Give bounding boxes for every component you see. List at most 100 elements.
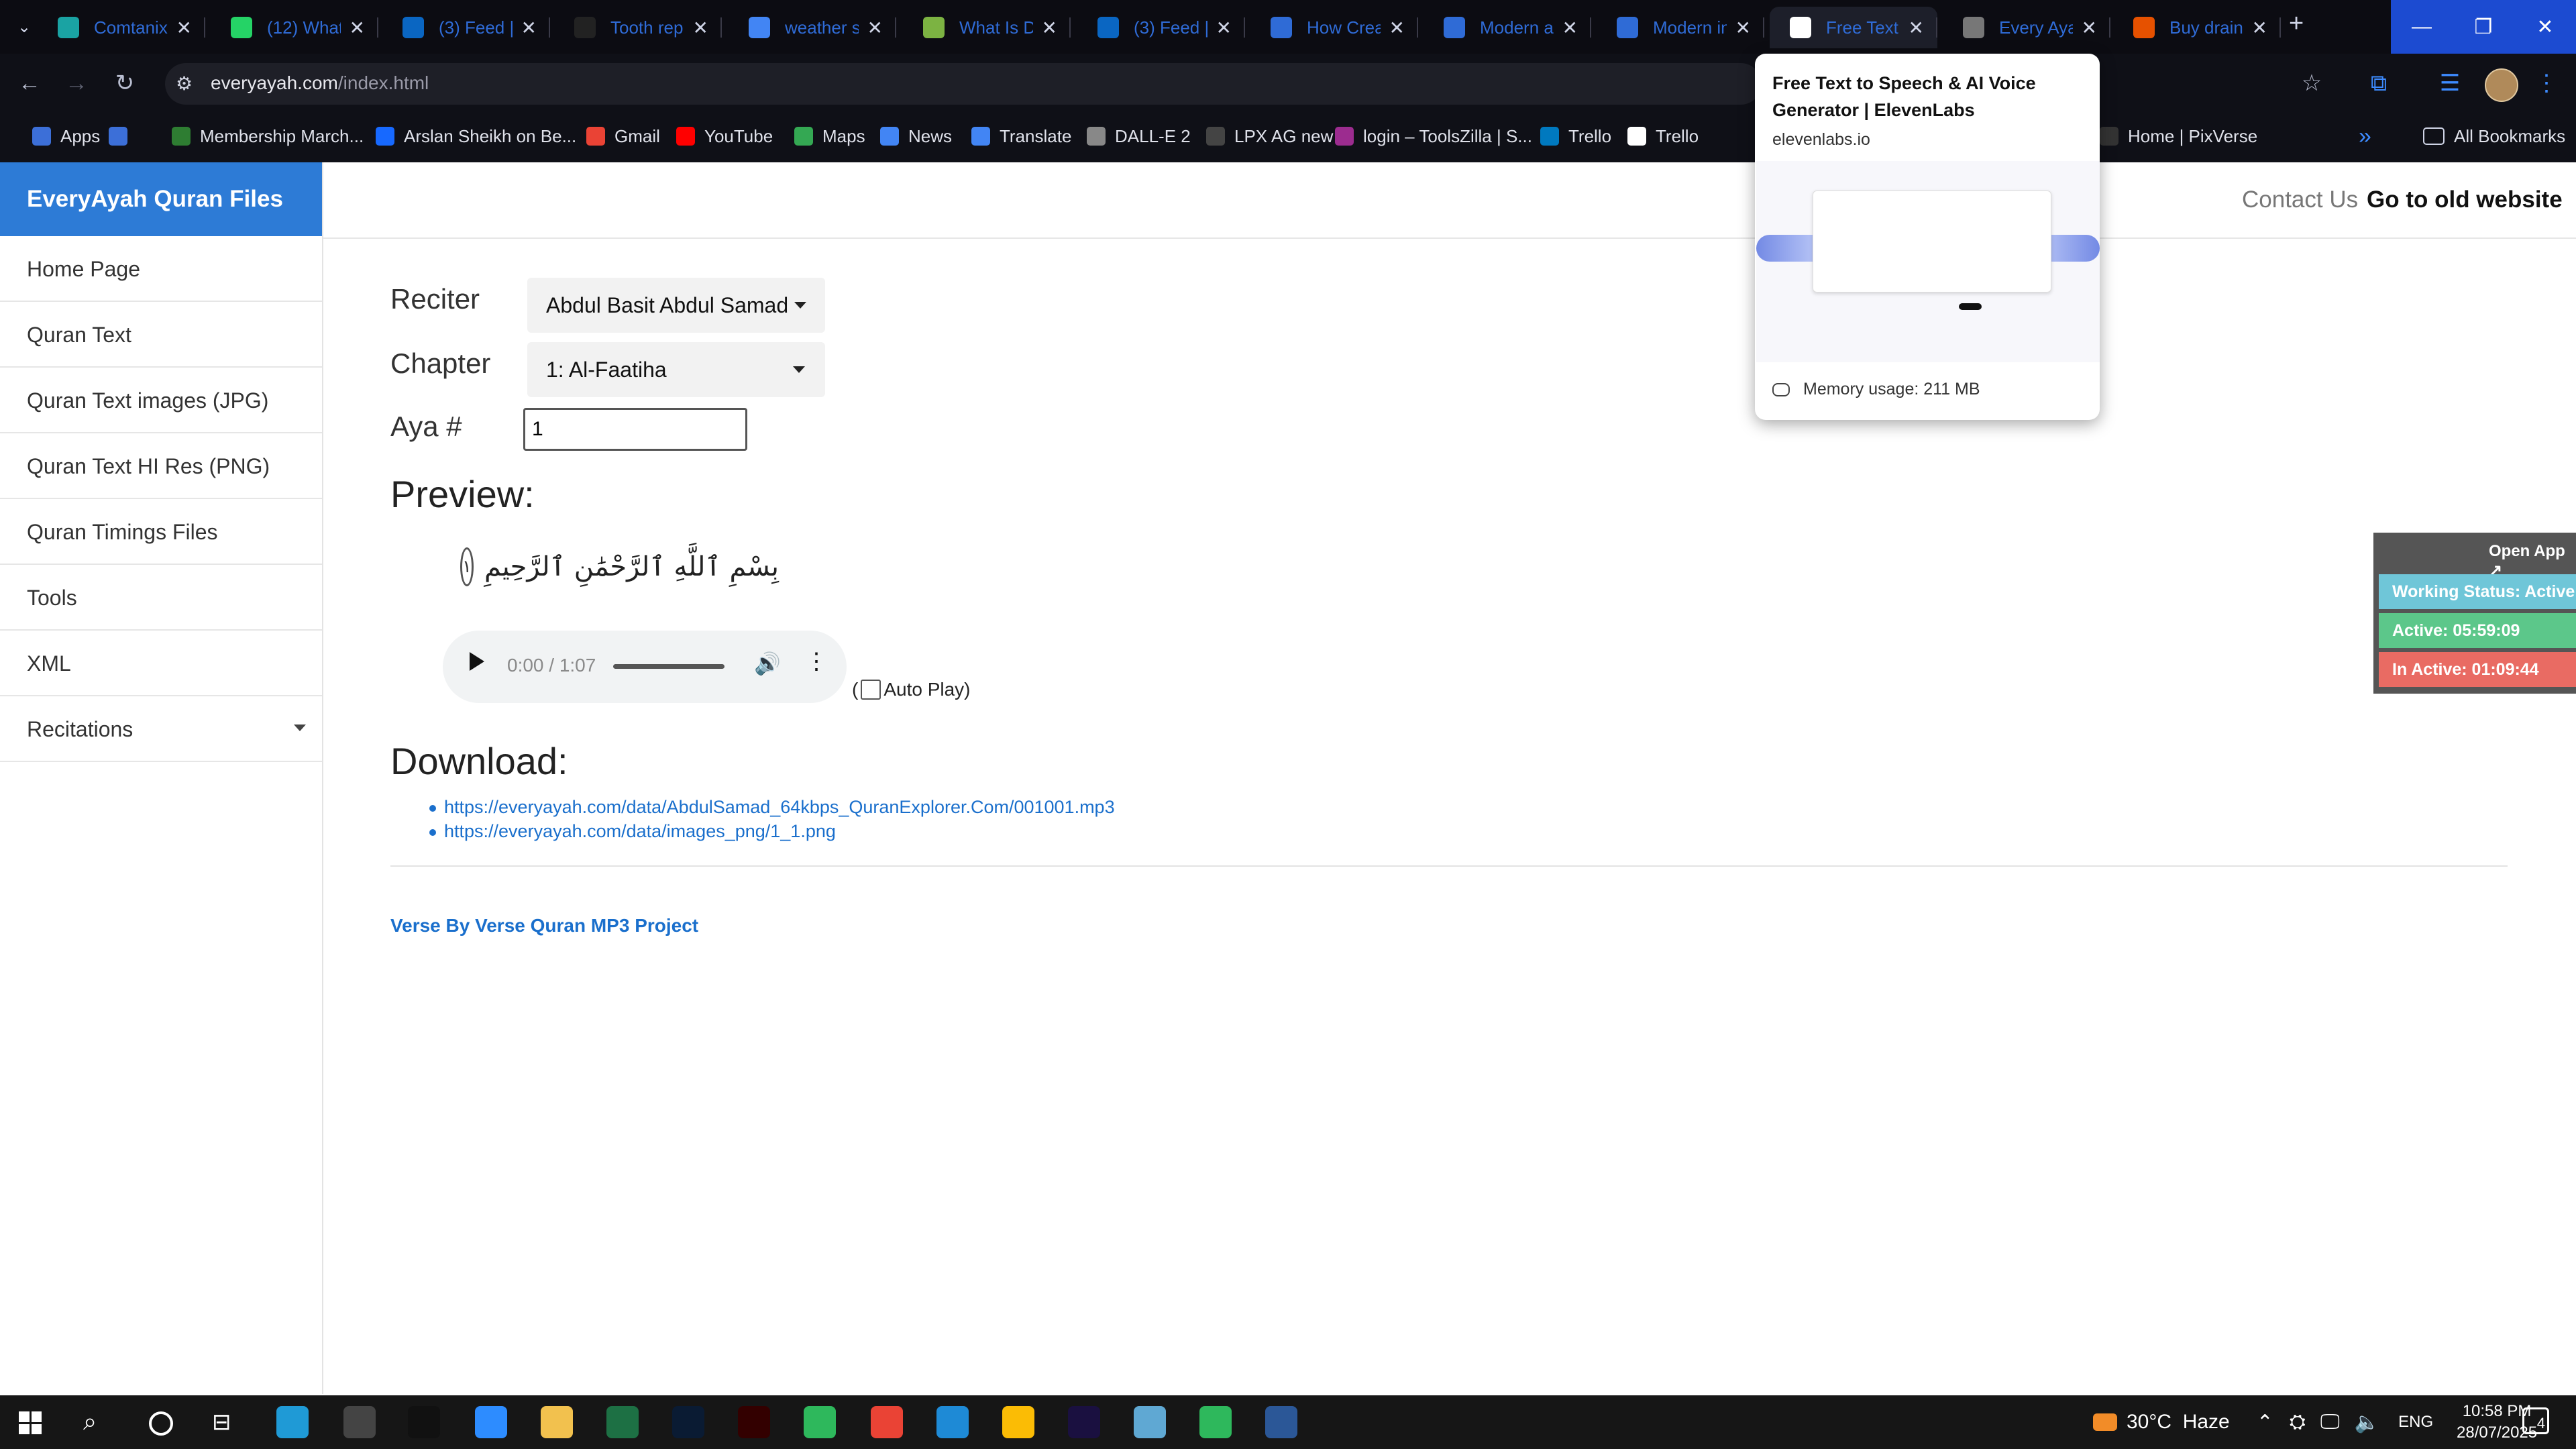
reload-icon[interactable]: ↻ [105,63,145,103]
sidebar-item[interactable]: Home Page [0,237,322,302]
tab[interactable]: Modern ap ✕ [1424,7,1591,48]
bookmark-item[interactable]: Maps [794,121,865,152]
url-text[interactable]: everyayah.com/index.html [211,72,429,94]
close-tab-icon[interactable]: ✕ [1389,17,1405,39]
windows-start-icon[interactable] [19,1411,42,1434]
download-link-png[interactable]: https://everyayah.com/data/images_png/1_… [444,821,836,842]
audio-progress-track[interactable] [613,664,724,669]
sidebar-item[interactable]: Quran Text [0,303,322,368]
autoplay-checkbox[interactable] [861,680,881,700]
close-tab-icon[interactable]: ✕ [176,17,192,39]
bookmark-item[interactable]: Membership March... [172,121,364,152]
restore-button[interactable]: ❐ [2453,0,2514,54]
contact-us-link[interactable]: Contact Us [2242,186,2358,213]
bookmark-star-icon[interactable]: ☆ [2292,63,2332,103]
reciter-select[interactable]: Abdul Basit Abdul Samad [527,278,825,333]
sidebar-item[interactable]: Quran Text images (JPG) [0,369,322,433]
profile-avatar[interactable] [2485,68,2518,102]
minimize-button[interactable]: — [2391,0,2453,54]
close-tab-icon[interactable]: ✕ [867,17,883,39]
chapter-select[interactable]: 1: Al-Faatiha [527,342,825,397]
weather-text[interactable]: 30°C Haze [2127,1411,2230,1434]
close-tab-icon[interactable]: ✕ [350,17,365,39]
sidebar-item[interactable]: Recitations [0,698,322,762]
menu-icon[interactable]: ⋮ [2526,63,2567,103]
aya-number-input[interactable] [523,408,747,451]
chrome-active-icon[interactable] [1002,1406,1034,1438]
bookmark-item[interactable]: Home | PixVerse [2100,121,2257,152]
sidebar-item[interactable]: Tools [0,566,322,631]
notification-icon[interactable]: 4 [2522,1407,2549,1434]
project-link[interactable]: Verse By Verse Quran MP3 Project [390,915,698,936]
close-tab-icon[interactable]: ✕ [1562,17,1578,39]
tab[interactable]: (3) Feed | L ✕ [1077,7,1245,48]
illustrator-icon[interactable] [738,1406,770,1438]
sidebar-item[interactable]: Quran Timings Files [0,500,322,565]
extensions-icon[interactable]: ⧉ [2359,63,2399,103]
tab[interactable]: (12) What ✕ [211,7,378,48]
onedrive-icon[interactable]: ⛭ [2290,1411,2306,1434]
tab[interactable]: Every Ayah ✕ [1943,7,2110,48]
calculator-icon[interactable] [1265,1406,1297,1438]
site-info-icon[interactable]: ⚙ [176,72,193,95]
bookmark-item[interactable]: DALL-E 2 [1087,121,1191,152]
zoom-icon[interactable] [475,1406,507,1438]
volume-icon[interactable]: 🔊 [754,651,781,676]
language-indicator[interactable]: ENG [2398,1413,2433,1432]
search-icon[interactable]: ⌕ [83,1407,97,1436]
bookmark-item[interactable]: News [880,121,952,152]
network-icon[interactable]: 🖵 [2320,1411,2340,1434]
terminal-icon[interactable] [408,1406,440,1438]
tab[interactable]: How Creat ✕ [1250,7,1418,48]
more-options-icon[interactable]: ⋮ [805,648,828,675]
bookmark-item[interactable]: Trello [1627,121,1699,152]
more-bookmarks-button[interactable]: » [2359,121,2371,152]
tab[interactable]: (3) Feed | L ✕ [382,7,550,48]
reading-list-icon[interactable]: ☰ [2430,63,2470,103]
bookmark-item[interactable]: Gmail [586,121,660,152]
photoshop-icon[interactable] [672,1406,704,1438]
excel-icon[interactable] [606,1406,639,1438]
back-icon[interactable]: ← [9,63,50,103]
close-window-button[interactable]: ✕ [2514,0,2576,54]
sidebar-item[interactable]: XML [0,632,322,696]
close-tab-icon[interactable]: ✕ [2252,17,2267,39]
blue-app-icon[interactable] [1134,1406,1166,1438]
bookmark-item[interactable]: YouTube [676,121,773,152]
download-link-mp3[interactable]: https://everyayah.com/data/AbdulSamad_64… [444,797,1115,818]
tab-search-button[interactable]: ⌄ [9,13,39,40]
new-tab-button[interactable]: + [2289,9,2304,38]
close-tab-icon[interactable]: ✕ [2082,17,2097,39]
close-tab-icon[interactable]: ✕ [1042,17,1057,39]
all-bookmarks-button[interactable]: All Bookmarks [2423,121,2565,152]
green-app-icon[interactable] [804,1406,836,1438]
volume-tray-icon[interactable]: 🔈 [2355,1411,2379,1434]
edge-icon[interactable] [276,1406,309,1438]
bookmark-item[interactable]: Translate [971,121,1071,152]
chevron-up-icon[interactable]: ⌃ [2257,1411,2273,1434]
bookmark-item[interactable] [109,121,137,152]
close-tab-icon[interactable]: ✕ [1735,17,1751,39]
close-tab-icon[interactable]: ✕ [1909,17,1924,39]
bookmark-item[interactable]: login – ToolsZilla | S... [1335,121,1532,152]
forward-icon[interactable]: → [56,63,97,103]
tab[interactable]: Tooth repl ✕ [554,7,722,48]
close-tab-icon[interactable]: ✕ [1216,17,1232,39]
sidebar-item[interactable]: Quran Text HI Res (PNG) [0,435,322,499]
bookmark-item[interactable]: Trello [1540,121,1611,152]
file-explorer-icon[interactable] [541,1406,573,1438]
play-icon[interactable] [470,652,484,671]
bookmark-item[interactable]: Arslan Sheikh on Be... [376,121,576,152]
close-tab-icon[interactable]: ✕ [521,17,537,39]
premiere-icon[interactable] [1068,1406,1100,1438]
bookmark-item[interactable]: LPX AG new [1206,121,1333,152]
tab[interactable]: weather sa ✕ [729,7,896,48]
vscode-icon[interactable] [936,1406,969,1438]
old-website-link[interactable]: Go to old website [2367,186,2563,213]
green-app-2-icon[interactable] [1199,1406,1232,1438]
chrome-icon[interactable] [871,1406,903,1438]
close-tab-icon[interactable]: ✕ [693,17,708,39]
task-view-icon[interactable]: ⊟ [212,1409,231,1436]
tab[interactable]: Free Text t ✕ [1770,7,1937,48]
tab[interactable]: Comtanix ✕ [38,7,205,48]
